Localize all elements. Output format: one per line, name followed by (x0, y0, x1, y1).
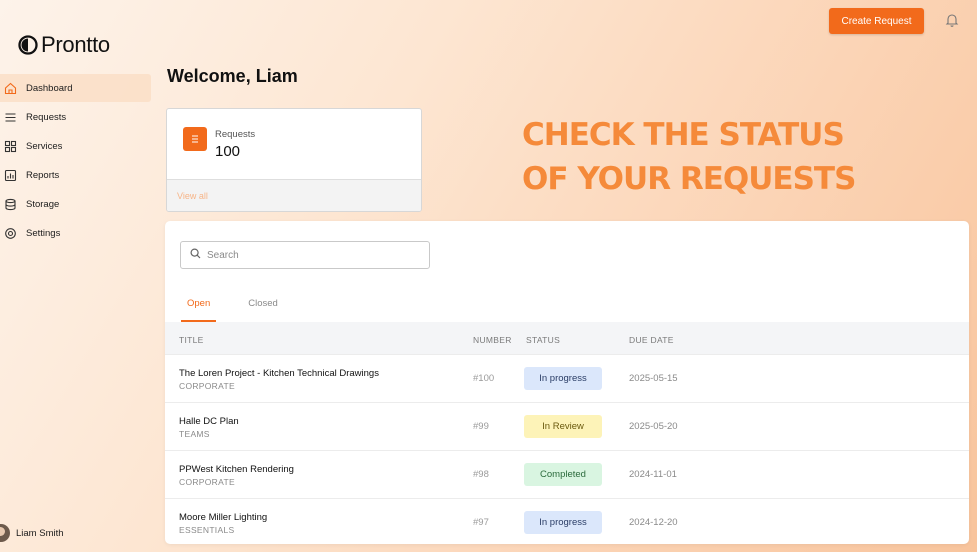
table-header: TITLE NUMBER STATUS DUE DATE (165, 322, 969, 355)
sidebar-item-label: Storage (26, 198, 60, 210)
sidebar-item-reports[interactable]: Reports (0, 161, 151, 189)
request-title[interactable]: PPWest Kitchen Rendering (179, 464, 294, 475)
view-all-link[interactable]: View all (177, 191, 208, 201)
request-title[interactable]: Halle DC Plan (179, 416, 239, 427)
sidebar-item-storage[interactable]: Storage (0, 190, 151, 218)
sidebar-item-label: Services (26, 140, 63, 152)
promo-headline: CHECK THE STATUS OF YOUR REQUESTS (522, 113, 922, 201)
brand-name: Prontto (41, 32, 110, 57)
report-icon (4, 169, 17, 182)
logo-mark-icon (18, 35, 38, 55)
home-icon (4, 82, 17, 95)
stat-value: 100 (215, 143, 241, 160)
user-name: Liam Smith (16, 527, 64, 539)
tab-closed[interactable]: Closed (242, 291, 284, 322)
sidebar-item-label: Requests (26, 111, 67, 123)
grid-icon (4, 140, 17, 153)
page-title: Welcome, Liam (167, 66, 298, 86)
gear-icon (4, 227, 17, 240)
due-date: 2025-05-15 (629, 373, 678, 384)
sidebar-item-services[interactable]: Services (0, 132, 151, 160)
due-date: 2024-11-01 (629, 469, 677, 480)
avatar (0, 524, 10, 542)
create-request-button[interactable]: Create Request (829, 8, 924, 34)
sidebar-nav: Dashboard Requests Services Reports Stor… (0, 74, 151, 248)
list-icon (4, 111, 17, 124)
table-row[interactable]: Halle DC Plan TEAMS #99 In Review 2025-0… (165, 402, 969, 450)
stat-footer: View all (167, 179, 421, 211)
search-input[interactable] (207, 249, 407, 261)
table-row[interactable]: Moore Miller Lighting ESSENTIALS #97 In … (165, 498, 969, 544)
bell-icon[interactable] (944, 12, 960, 28)
request-title[interactable]: Moore Miller Lighting (179, 512, 267, 523)
status-badge: In Review (524, 415, 602, 438)
request-title[interactable]: The Loren Project - Kitchen Technical Dr… (179, 368, 379, 379)
request-category: ESSENTIALS (179, 525, 235, 535)
table-row[interactable]: The Loren Project - Kitchen Technical Dr… (165, 354, 969, 402)
request-category: CORPORATE (179, 381, 235, 391)
request-number: #97 (473, 517, 489, 528)
brand-logo[interactable]: Prontto (17, 32, 110, 58)
sidebar-item-label: Dashboard (26, 82, 73, 94)
table-row[interactable]: PPWest Kitchen Rendering CORPORATE #98 C… (165, 450, 969, 498)
sidebar-item-label: Reports (26, 169, 60, 181)
headline-line-2: OF YOUR REQUESTS (522, 161, 856, 197)
request-category: TEAMS (179, 429, 210, 439)
sidebar-item-requests[interactable]: Requests (0, 103, 151, 131)
sidebar-item-label: Settings (26, 227, 61, 239)
column-header-title[interactable]: TITLE (179, 335, 204, 345)
database-icon (4, 198, 17, 211)
requests-stat-card: Requests 100 View all (166, 108, 422, 212)
column-header-number[interactable]: NUMBER (473, 335, 512, 345)
request-number: #99 (473, 421, 489, 432)
request-number: #100 (473, 373, 495, 384)
status-badge: In progress (524, 367, 602, 390)
headline-line-1: CHECK THE STATUS (522, 117, 845, 153)
due-date: 2024-12-20 (629, 517, 678, 528)
request-tabs: Open Closed (181, 291, 310, 322)
request-category: CORPORATE (179, 477, 235, 487)
due-date: 2025-05-20 (629, 421, 678, 432)
column-header-due-date[interactable]: DUE DATE (629, 335, 674, 345)
status-badge: Completed (524, 463, 602, 486)
column-header-status[interactable]: STATUS (526, 335, 560, 345)
status-badge: In progress (524, 511, 602, 534)
sidebar-item-dashboard[interactable]: Dashboard (0, 74, 151, 102)
document-icon (183, 127, 207, 151)
request-number: #98 (473, 469, 489, 480)
sidebar-item-settings[interactable]: Settings (0, 219, 151, 247)
requests-panel: Open Closed TITLE NUMBER STATUS DUE DATE… (165, 221, 969, 544)
search-icon (190, 246, 201, 264)
user-profile[interactable]: Liam Smith (0, 524, 64, 542)
search-box[interactable] (180, 241, 430, 269)
stat-label: Requests (215, 129, 256, 140)
tab-open[interactable]: Open (181, 291, 217, 322)
